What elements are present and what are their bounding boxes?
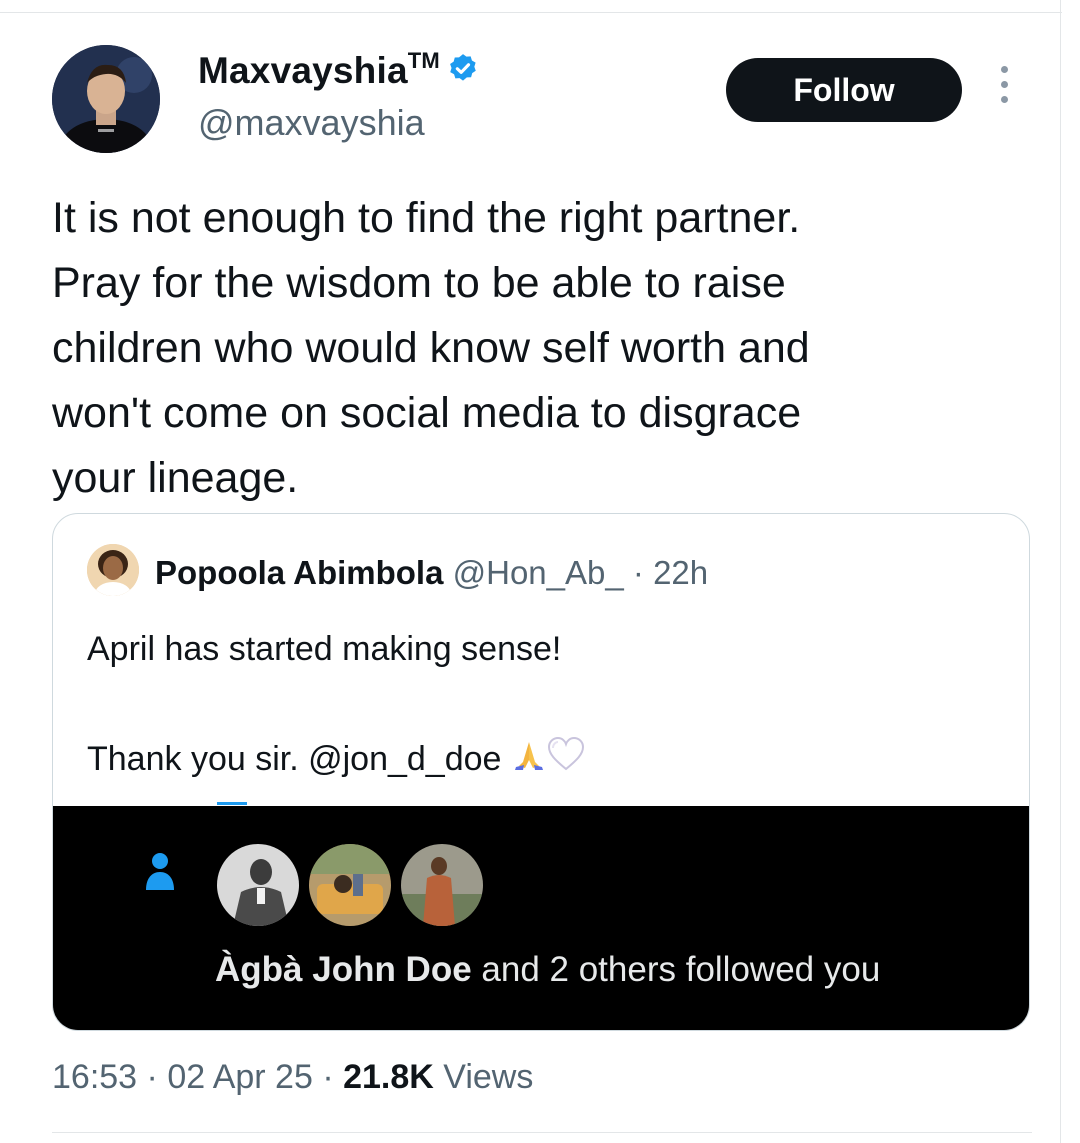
media-indicator [217,802,247,805]
white-heart-icon [547,734,585,788]
author-avatar[interactable] [52,45,160,153]
person-icon [146,853,174,890]
verified-badge-icon [450,54,476,81]
follow-button[interactable]: Follow [726,58,962,122]
follower-avatar-3[interactable] [399,842,485,928]
notification-rest: and 2 others followed you [471,950,881,989]
quoted-author-name[interactable]: Popoola Abimbola [155,554,443,591]
quoted-author-handle[interactable]: @Hon_Ab_ [453,554,624,591]
quoted-tweet-card[interactable]: Popoola Abimbola @Hon_Ab_ · 22h April ha… [52,513,1030,1031]
tweet-date[interactable]: 02 Apr 25 [167,1058,313,1096]
tweet-meta: 16:53 · 02 Apr 25 · 21.8K Views [52,1058,533,1097]
separator-dot: · [632,554,644,591]
quoted-text-line2-wrap: Thank you sir. @jon_d_doe [87,732,585,788]
tweet-text: It is not enough to find the right partn… [52,194,810,502]
tweet-time[interactable]: 16:53 [52,1058,137,1096]
author-handle[interactable]: @maxvayshia [198,102,425,144]
meta-separator-1: · [137,1058,168,1096]
views-count: 21.8K [343,1058,434,1096]
meta-separator-2: · [312,1058,344,1096]
trademark-mark: TM [407,48,440,73]
quoted-time[interactable]: 22h [653,554,708,591]
more-options-icon[interactable] [990,66,1018,112]
notification-text: Àgbà John Doe and 2 others followed you [215,950,880,990]
folded-hands-icon [511,734,547,788]
follower-avatar-2[interactable] [307,842,393,928]
notification-follower-name[interactable]: Àgbà John Doe [215,950,472,989]
quoted-header: Popoola Abimbola @Hon_Ab_ · 22h [155,554,708,592]
bottom-divider [52,1132,1032,1133]
author-name-text: Maxvayshia [198,50,408,91]
views-label: Views [433,1058,534,1096]
top-divider [0,12,1062,13]
quoted-text-line2: Thank you sir. @jon_d_doe [87,740,502,778]
author-name[interactable]: Maxvayshia TM [198,48,480,92]
quoted-text-line1: April has started making sense! [87,630,562,668]
quoted-author-avatar[interactable] [87,544,139,596]
follower-avatar-1[interactable] [215,842,301,928]
right-divider [1060,0,1061,1143]
notification-screenshot[interactable]: Àgbà John Doe and 2 others followed you [53,806,1029,1030]
